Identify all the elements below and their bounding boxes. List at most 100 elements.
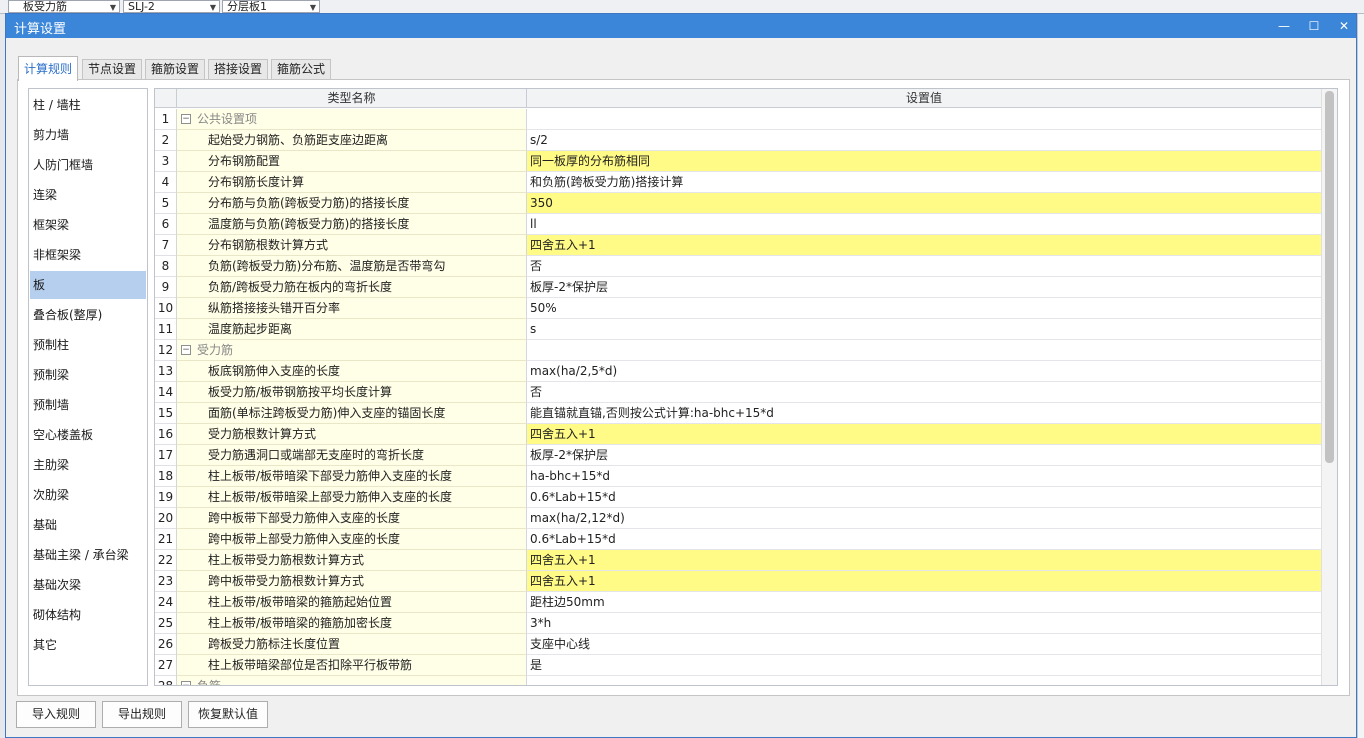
category-item[interactable]: 人防门框墙 (30, 151, 146, 179)
category-item[interactable]: 非框架梁 (30, 241, 146, 269)
minimize-button[interactable]: — (1272, 16, 1296, 36)
category-item[interactable]: 连梁 (30, 181, 146, 209)
collapse-icon[interactable]: − (181, 680, 191, 685)
setting-value[interactable]: 支座中心线 (527, 634, 1321, 655)
category-item[interactable]: 预制墙 (30, 391, 146, 419)
export-rules-button[interactable]: 导出规则 (102, 701, 182, 728)
setting-value[interactable]: 能直锚就直锚,否则按公式计算:ha-bhc+15*d (527, 403, 1321, 424)
row-number: 27 (155, 655, 177, 676)
tab-stirrup-formula[interactable]: 箍筋公式 (271, 59, 332, 80)
setting-value[interactable]: 距柱边50mm (527, 592, 1321, 613)
bg-combo-type[interactable]: 板受力筋 ▼ (8, 0, 120, 13)
setting-value[interactable]: 350 (527, 193, 1321, 214)
category-item[interactable]: 空心楼盖板 (30, 421, 146, 449)
table-row[interactable]: 11 温度筋起步距离 s (155, 319, 1321, 340)
setting-value[interactable]: ll (527, 214, 1321, 235)
setting-value[interactable]: max(ha/2,5*d) (527, 361, 1321, 382)
setting-value[interactable]: 同一板厚的分布筋相同 (527, 151, 1321, 172)
table-row[interactable]: 23 跨中板带受力筋根数计算方式 四舍五入+1 (155, 571, 1321, 592)
grid-scrollbar[interactable] (1321, 89, 1337, 685)
maximize-button[interactable]: ☐ (1302, 16, 1326, 36)
setting-value[interactable]: 板厚-2*保护层 (527, 445, 1321, 466)
setting-value[interactable]: 板厚-2*保护层 (527, 277, 1321, 298)
category-item[interactable]: 板 (30, 271, 146, 299)
collapse-icon[interactable]: − (181, 344, 191, 355)
dialog-titlebar[interactable]: 计算设置 — ☐ ✕ (6, 14, 1356, 38)
table-row[interactable]: 21 跨中板带上部受力筋伸入支座的长度 0.6*Lab+15*d (155, 529, 1321, 550)
bg-combo-name[interactable]: SLJ-2 ▼ (123, 0, 220, 13)
category-item[interactable]: 预制梁 (30, 361, 146, 389)
setting-value[interactable]: 3*h (527, 613, 1321, 634)
close-button[interactable]: ✕ (1332, 16, 1356, 36)
table-row[interactable]: 8 负筋(跨板受力筋)分布筋、温度筋是否带弯勾否 (155, 256, 1321, 277)
setting-value[interactable]: 是 (527, 655, 1321, 676)
setting-value[interactable]: 0.6*Lab+15*d (527, 487, 1321, 508)
tab-stirrup-settings[interactable]: 箍筋设置 (145, 59, 206, 80)
tab-node-settings[interactable]: 节点设置 (82, 59, 143, 80)
tab-lap-settings[interactable]: 搭接设置 (208, 59, 269, 80)
table-row[interactable]: 14 板受力筋/板带钢筋按平均长度计算否 (155, 382, 1321, 403)
setting-value[interactable]: 否 (527, 382, 1321, 403)
category-item[interactable]: 基础主梁 / 承台梁 (30, 541, 146, 569)
setting-value[interactable]: 四舍五入+1 (527, 424, 1321, 445)
table-row[interactable]: 20 跨中板带下部受力筋伸入支座的长度 max(ha/2,12*d) (155, 508, 1321, 529)
table-row[interactable]: 17 受力筋遇洞口或端部无支座时的弯折长度 板厚-2*保护层 (155, 445, 1321, 466)
table-row[interactable]: 9 负筋/跨板受力筋在板内的弯折长度 板厚-2*保护层 (155, 277, 1321, 298)
setting-value[interactable]: 四舍五入+1 (527, 550, 1321, 571)
table-row[interactable]: 26 跨板受力筋标注长度位置 支座中心线 (155, 634, 1321, 655)
setting-value[interactable]: 和负筋(跨板受力筋)搭接计算 (527, 172, 1321, 193)
bg-combo-layer[interactable]: 分层板1 ▼ (222, 0, 320, 13)
setting-value[interactable]: 0.6*Lab+15*d (527, 529, 1321, 550)
row-number: 4 (155, 172, 177, 193)
table-row[interactable]: 1− 公共设置项 (155, 109, 1321, 130)
table-row[interactable]: 27 柱上板带暗梁部位是否扣除平行板带筋是 (155, 655, 1321, 676)
setting-value[interactable]: 四舍五入+1 (527, 571, 1321, 592)
table-row[interactable]: 19 柱上板带/板带暗梁上部受力筋伸入支座的长度 0.6*Lab+15*d (155, 487, 1321, 508)
setting-name: 温度筋与负筋(跨板受力筋)的搭接长度 (177, 214, 527, 235)
category-item[interactable]: 框架梁 (30, 211, 146, 239)
table-row[interactable]: 15 面筋(单标注跨板受力筋)伸入支座的锚固长度 能直锚就直锚,否则按公式计算:ha… (155, 403, 1321, 424)
category-item[interactable]: 柱 / 墙柱 (30, 91, 146, 119)
setting-value[interactable]: max(ha/2,12*d) (527, 508, 1321, 529)
category-item[interactable]: 基础次梁 (30, 571, 146, 599)
table-row[interactable]: 25 柱上板带/板带暗梁的箍筋加密长度 3*h (155, 613, 1321, 634)
category-item[interactable]: 砌体结构 (30, 601, 146, 629)
table-row[interactable]: 6 温度筋与负筋(跨板受力筋)的搭接长度 ll (155, 214, 1321, 235)
category-item[interactable]: 主肋梁 (30, 451, 146, 479)
table-row[interactable]: 4 分布钢筋长度计算 和负筋(跨板受力筋)搭接计算 (155, 172, 1321, 193)
table-row[interactable]: 5 分布筋与负筋(跨板受力筋)的搭接长度 350 (155, 193, 1321, 214)
table-row[interactable]: 7 分布钢筋根数计算方式 四舍五入+1 (155, 235, 1321, 256)
table-row[interactable]: 24 柱上板带/板带暗梁的箍筋起始位置 距柱边50mm (155, 592, 1321, 613)
grid-header-value: 设置值 (905, 91, 942, 105)
table-row[interactable]: 3 分布钢筋配置 同一板厚的分布筋相同 (155, 151, 1321, 172)
setting-value[interactable]: 四舍五入+1 (527, 235, 1321, 256)
setting-value[interactable]: ha-bhc+15*d (527, 466, 1321, 487)
grid-scrollbar-thumb[interactable] (1325, 91, 1334, 463)
table-row[interactable]: 10 纵筋搭接接头错开百分率 50% (155, 298, 1321, 319)
table-row[interactable]: 2 起始受力钢筋、负筋距支座边距离 s/2 (155, 130, 1321, 151)
table-row[interactable]: 16 受力筋根数计算方式 四舍五入+1 (155, 424, 1321, 445)
setting-name: 负筋(跨板受力筋)分布筋、温度筋是否带弯勾 (177, 256, 527, 277)
restore-defaults-button[interactable]: 恢复默认值 (188, 701, 268, 728)
category-item[interactable]: 预制柱 (30, 331, 146, 359)
category-item[interactable]: 剪力墙 (30, 121, 146, 149)
setting-value[interactable]: s (527, 319, 1321, 340)
import-rules-button[interactable]: 导入规则 (16, 701, 96, 728)
setting-name: 分布钢筋长度计算 (177, 172, 527, 193)
table-row[interactable]: 22 柱上板带受力筋根数计算方式 四舍五入+1 (155, 550, 1321, 571)
table-row[interactable]: 18 柱上板带/板带暗梁下部受力筋伸入支座的长度 ha-bhc+15*d (155, 466, 1321, 487)
category-item[interactable]: 叠合板(整厚) (30, 301, 146, 329)
setting-value[interactable]: s/2 (527, 130, 1321, 151)
collapse-icon[interactable]: − (181, 113, 191, 124)
setting-name: 分布钢筋配置 (177, 151, 527, 172)
setting-value[interactable]: 否 (527, 256, 1321, 277)
category-item[interactable]: 其它 (30, 631, 146, 659)
table-row[interactable]: 12− 受力筋 (155, 340, 1321, 361)
table-row[interactable]: 28− 负筋 (155, 676, 1321, 685)
setting-name: 受力筋遇洞口或端部无支座时的弯折长度 (177, 445, 527, 466)
category-item[interactable]: 基础 (30, 511, 146, 539)
tab-calc-rules[interactable]: 计算规则 (18, 56, 79, 81)
setting-value[interactable]: 50% (527, 298, 1321, 319)
category-item[interactable]: 次肋梁 (30, 481, 146, 509)
table-row[interactable]: 13 板底钢筋伸入支座的长度 max(ha/2,5*d) (155, 361, 1321, 382)
